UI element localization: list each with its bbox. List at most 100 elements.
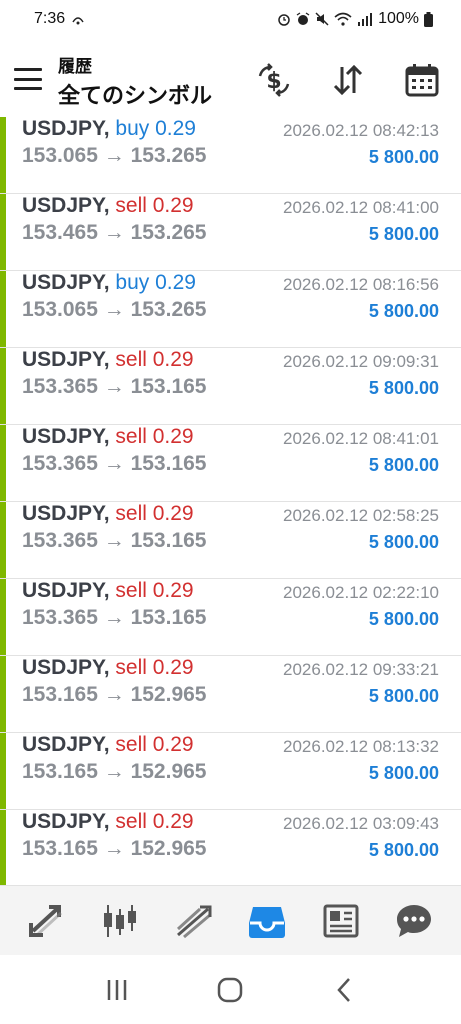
back-button[interactable] bbox=[319, 970, 369, 1010]
wifi-call-icon bbox=[72, 17, 84, 25]
deal-profit: 5 800.00 bbox=[368, 224, 439, 244]
deal-indicator-bar bbox=[0, 733, 6, 809]
deal-symbol-line: USDJPY, sell 0.29 bbox=[22, 733, 194, 757]
deal-symbol: USDJPY, bbox=[22, 656, 110, 679]
deal-row[interactable]: USDJPY, sell 0.29 153.365 → 153.165 2026… bbox=[0, 502, 461, 579]
deal-prices: 153.365 → 153.165 bbox=[22, 529, 207, 552]
deal-prices: 153.365 → 153.165 bbox=[22, 452, 207, 475]
history-icon bbox=[249, 906, 286, 938]
sort-icon bbox=[333, 64, 363, 96]
nav-chat[interactable] bbox=[389, 896, 439, 946]
deal-symbol: USDJPY, bbox=[22, 117, 110, 140]
deal-symbol: USDJPY, bbox=[22, 733, 110, 756]
deal-time: 2026.02.12 02:58:25 bbox=[283, 506, 439, 525]
wifi-icon bbox=[334, 12, 352, 26]
mute-icon bbox=[315, 12, 329, 26]
deal-profit: 5 800.00 bbox=[368, 455, 439, 475]
chat-icon bbox=[397, 904, 432, 937]
deal-prices: 153.465 → 153.265 bbox=[22, 221, 207, 244]
deal-symbol: USDJPY, bbox=[22, 502, 110, 525]
deal-symbol-line: USDJPY, sell 0.29 bbox=[22, 579, 194, 603]
deal-indicator-bar bbox=[0, 117, 6, 193]
deal-profit: 5 800.00 bbox=[368, 686, 439, 706]
deal-side-volume: buy 0.29 bbox=[115, 117, 196, 140]
system-navigation bbox=[0, 955, 461, 1024]
deal-row[interactable]: USDJPY, sell 0.29 153.165 → 152.965 2026… bbox=[0, 810, 461, 885]
deal-time: 2026.02.12 09:09:31 bbox=[283, 352, 439, 371]
home-icon bbox=[218, 977, 243, 1002]
deal-row[interactable]: USDJPY, sell 0.29 153.365 → 153.165 2026… bbox=[0, 425, 461, 502]
recent-apps-button[interactable] bbox=[92, 970, 142, 1010]
deal-indicator-bar bbox=[0, 348, 6, 424]
currency-exchange-icon: $ bbox=[258, 63, 290, 97]
deal-prices: 153.365 → 153.165 bbox=[22, 375, 207, 398]
deal-row[interactable]: USDJPY, sell 0.29 153.365 → 153.165 2026… bbox=[0, 348, 461, 425]
news-icon bbox=[323, 904, 359, 937]
nav-quotes[interactable] bbox=[22, 896, 72, 946]
deal-side-volume: sell 0.29 bbox=[115, 733, 194, 756]
nav-news[interactable] bbox=[316, 896, 366, 946]
nav-chart[interactable] bbox=[95, 896, 145, 946]
deal-row[interactable]: USDJPY, sell 0.29 153.165 → 152.965 2026… bbox=[0, 656, 461, 733]
quotes-icon bbox=[28, 904, 62, 937]
deal-time: 2026.02.12 08:41:01 bbox=[283, 429, 439, 448]
deal-indicator-bar bbox=[0, 810, 6, 885]
deal-side-volume: sell 0.29 bbox=[115, 579, 194, 602]
deal-time: 2026.02.12 08:13:32 bbox=[283, 737, 439, 756]
deal-profit: 5 800.00 bbox=[368, 532, 439, 552]
deal-indicator-bar bbox=[0, 579, 6, 655]
deal-side-volume: buy 0.29 bbox=[115, 271, 196, 294]
deal-indicator-bar bbox=[0, 271, 6, 347]
signal-icon bbox=[358, 13, 373, 26]
nav-trade[interactable] bbox=[169, 896, 219, 946]
deal-indicator-bar bbox=[0, 656, 6, 732]
battery-icon bbox=[424, 11, 433, 27]
deal-profit: 5 800.00 bbox=[368, 840, 439, 860]
nav-history[interactable] bbox=[242, 896, 292, 946]
history-list[interactable]: USDJPY, buy 0.29 153.065 → 153.265 2026.… bbox=[0, 117, 461, 885]
deal-profit: 5 800.00 bbox=[368, 147, 439, 167]
deal-symbol-line: USDJPY, sell 0.29 bbox=[22, 348, 194, 372]
deal-profit: 5 800.00 bbox=[368, 763, 439, 783]
status-bar: 7:36 100% bbox=[0, 0, 461, 38]
deal-symbol: USDJPY, bbox=[22, 810, 110, 833]
deal-symbol: USDJPY, bbox=[22, 271, 110, 294]
deal-prices: 153.165 → 152.965 bbox=[22, 837, 207, 860]
deal-row[interactable]: USDJPY, buy 0.29 153.065 → 153.265 2026.… bbox=[0, 117, 461, 194]
alarm-icon bbox=[278, 14, 290, 26]
deal-prices: 153.165 → 152.965 bbox=[22, 760, 207, 783]
deal-profit: 5 800.00 bbox=[368, 301, 439, 321]
deal-time: 2026.02.12 08:42:13 bbox=[283, 121, 439, 140]
deal-symbol-line: USDJPY, sell 0.29 bbox=[22, 194, 194, 218]
calendar-icon bbox=[405, 64, 439, 97]
menu-button[interactable] bbox=[14, 68, 42, 90]
menu-icon bbox=[14, 68, 42, 71]
deal-side-volume: sell 0.29 bbox=[115, 425, 194, 448]
deal-symbol-line: USDJPY, sell 0.29 bbox=[22, 425, 194, 449]
sort-button[interactable] bbox=[328, 60, 368, 100]
symbol-filter-title[interactable]: 全てのシンボル bbox=[58, 78, 212, 110]
deal-row[interactable]: USDJPY, sell 0.29 153.465 → 153.265 2026… bbox=[0, 194, 461, 271]
deal-time: 2026.02.12 03:09:43 bbox=[283, 814, 439, 833]
deal-side-volume: sell 0.29 bbox=[115, 194, 194, 217]
deal-row[interactable]: USDJPY, buy 0.29 153.065 → 153.265 2026.… bbox=[0, 271, 461, 348]
deal-row[interactable]: USDJPY, sell 0.29 153.165 → 152.965 2026… bbox=[0, 733, 461, 810]
bottom-navigation bbox=[0, 885, 461, 955]
deal-symbol: USDJPY, bbox=[22, 425, 110, 448]
deal-prices: 153.365 → 153.165 bbox=[22, 606, 207, 629]
deal-prices: 153.065 → 153.265 bbox=[22, 298, 207, 321]
recent-apps-icon bbox=[107, 979, 127, 1000]
home-button[interactable] bbox=[205, 970, 255, 1010]
deal-symbol-line: USDJPY, sell 0.29 bbox=[22, 502, 194, 526]
calendar-button[interactable] bbox=[402, 60, 442, 100]
deal-row[interactable]: USDJPY, sell 0.29 153.365 → 153.165 2026… bbox=[0, 579, 461, 656]
deal-time: 2026.02.12 02:22:10 bbox=[283, 583, 439, 602]
deal-profit: 5 800.00 bbox=[368, 378, 439, 398]
deal-prices: 153.165 → 152.965 bbox=[22, 683, 207, 706]
battery-percent: 100% bbox=[378, 10, 419, 27]
alarm-clock-icon bbox=[296, 12, 310, 25]
app-bar: 履歴 全てのシンボル $ bbox=[0, 38, 461, 118]
currency-exchange-button[interactable]: $ bbox=[254, 60, 294, 100]
deal-symbol-line: USDJPY, sell 0.29 bbox=[22, 810, 194, 834]
deal-symbol-line: USDJPY, sell 0.29 bbox=[22, 656, 194, 680]
